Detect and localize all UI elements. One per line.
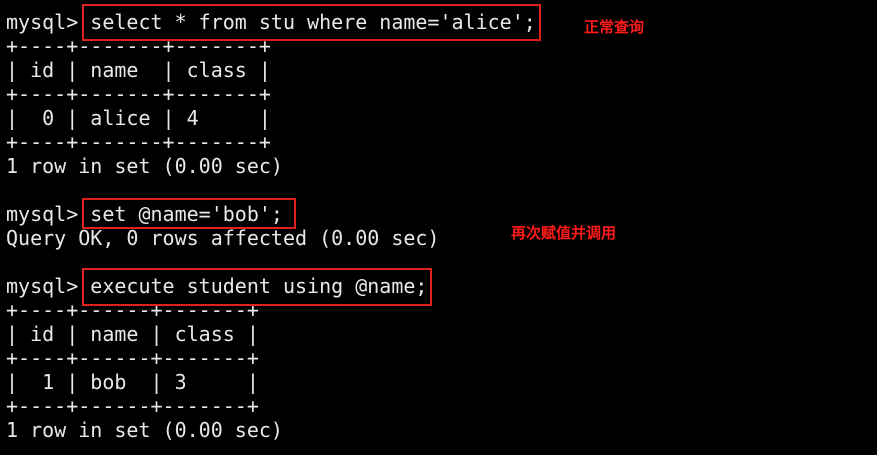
table-border-line: +----+------+-------+ bbox=[6, 394, 259, 418]
table-row-line: | 1 | bob | 3 | bbox=[6, 370, 259, 394]
highlight-box-set bbox=[82, 198, 296, 229]
highlight-box-select bbox=[82, 4, 541, 41]
highlight-box-execute bbox=[82, 268, 432, 306]
annotation-normal-query: 正常查询 bbox=[584, 18, 645, 36]
query-ok-line: Query OK, 0 rows affected (0.00 sec) bbox=[6, 226, 440, 250]
table-header-line: | id | name | class | bbox=[6, 322, 259, 346]
table-header-line: | id | name | class | bbox=[6, 58, 271, 82]
terminal-window[interactable]: mysql> select * from stu where name='ali… bbox=[0, 0, 877, 455]
table-row-line: | 0 | alice | 4 | bbox=[6, 106, 271, 130]
table-border-line: +----+-------+-------+ bbox=[6, 130, 271, 154]
annotation-reassign-and-call: 再次赋值并调用 bbox=[511, 224, 617, 242]
table-border-line: +----+-------+-------+ bbox=[6, 82, 271, 106]
result-summary-line: 1 row in set (0.00 sec) bbox=[6, 418, 283, 442]
result-summary-line: 1 row in set (0.00 sec) bbox=[6, 154, 283, 178]
table-border-line: +----+------+-------+ bbox=[6, 346, 259, 370]
